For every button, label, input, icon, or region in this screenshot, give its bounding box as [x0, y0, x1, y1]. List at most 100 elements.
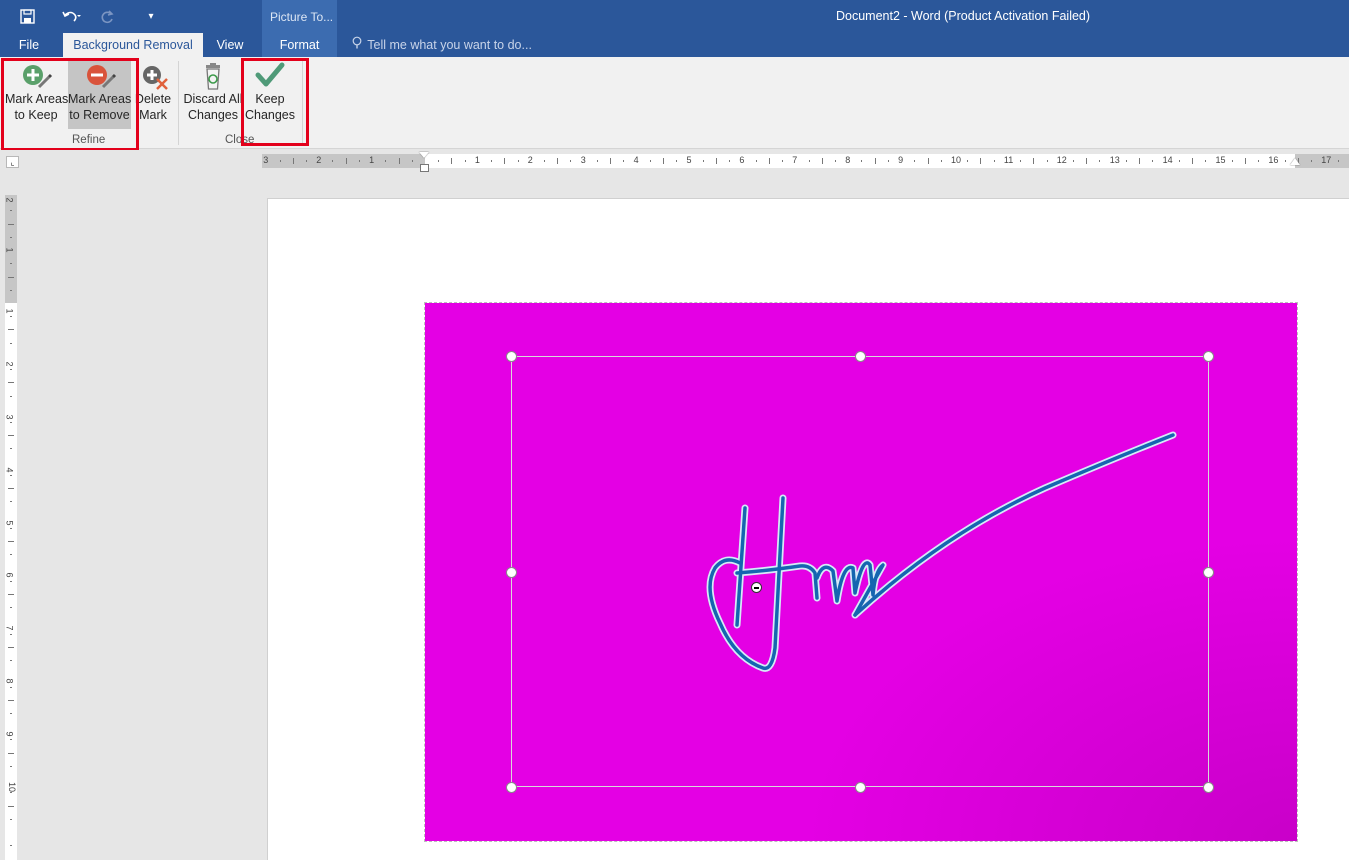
- ruler-tick: [1231, 160, 1233, 162]
- ruler-tick: [8, 382, 14, 384]
- customize-qat-icon[interactable]: ▾: [136, 2, 166, 32]
- ruler-tick: [10, 792, 12, 794]
- marquee-handle-left[interactable]: [506, 567, 517, 578]
- ribbon-tabs: File Background Removal View Format Tell…: [0, 33, 1349, 57]
- ruler-tick: [8, 488, 14, 490]
- ruler-tick: [8, 276, 14, 278]
- window-title: Document2 - Word (Product Activation Fai…: [836, 9, 1091, 23]
- ruler-tick: [8, 752, 14, 754]
- ruler-tick: [10, 712, 12, 714]
- tab-file[interactable]: File: [8, 33, 50, 57]
- undo-icon[interactable]: [56, 2, 86, 32]
- right-indent-marker[interactable]: [1290, 158, 1300, 165]
- ruler-tick: [491, 160, 493, 162]
- left-indent-marker[interactable]: [420, 164, 429, 172]
- quick-access-toolbar: ▾: [0, 0, 166, 33]
- ruler-tick: [570, 160, 572, 162]
- ruler-tick: [914, 160, 916, 162]
- ruler-tick: [544, 160, 546, 162]
- ruler-number: 1: [369, 155, 375, 165]
- vertical-ruler[interactable]: 2 1 1 2 3 4 5 6 7 8 9 10: [5, 195, 17, 860]
- ruler-tick: [1311, 160, 1313, 162]
- ruler-tick: [967, 160, 969, 162]
- ruler-tick: [345, 158, 347, 164]
- marquee-handle-top-left[interactable]: [506, 351, 517, 362]
- tab-selector-icon[interactable]: ⌞: [6, 156, 19, 168]
- title-bar: ▾ Picture To... Document2 - Word (Produc…: [0, 0, 1349, 57]
- ruler-tick: [8, 541, 14, 543]
- ruler-number: 1: [4, 247, 15, 253]
- ruler-tick: [305, 160, 307, 162]
- ruler-tick: [596, 160, 598, 162]
- marquee-handle-bottom-right[interactable]: [1203, 782, 1214, 793]
- ruler-tick: [10, 289, 12, 291]
- ruler-tick: [10, 554, 12, 556]
- ruler-tick: [1086, 158, 1088, 164]
- ruler-tick: [504, 158, 506, 164]
- ruler-tick: [10, 236, 12, 238]
- ruler-number: 10: [951, 155, 962, 165]
- marquee-handle-top[interactable]: [855, 351, 866, 362]
- ruler-tick: [1020, 160, 1022, 162]
- ruler-number: 8: [4, 678, 15, 684]
- ruler-tick: [1244, 158, 1246, 164]
- recycle-bin-icon: [196, 61, 230, 91]
- ruler-tick: [1152, 160, 1154, 162]
- ruler-tick: [610, 158, 612, 164]
- ruler-tick: [940, 160, 942, 162]
- ruler-tick: [10, 210, 12, 212]
- ruler-tick: [980, 158, 982, 164]
- ruler-number: 1: [474, 155, 480, 165]
- redo-icon[interactable]: [92, 2, 122, 32]
- marquee-handle-top-right[interactable]: [1203, 351, 1214, 362]
- left-margin: [262, 154, 425, 168]
- ruler-tick: [1033, 158, 1035, 164]
- ruler-number: 3: [580, 155, 586, 165]
- ruler-tick: [10, 474, 12, 476]
- ruler-tick: [8, 805, 14, 807]
- ruler-tick: [887, 160, 889, 162]
- tab-view[interactable]: View: [208, 33, 252, 57]
- ruler-number: 11: [1003, 155, 1014, 165]
- ruler-tick: [715, 158, 717, 164]
- ruler-tick: [821, 158, 823, 164]
- marquee-handle-bottom-left[interactable]: [506, 782, 517, 793]
- marquee-handle-bottom[interactable]: [855, 782, 866, 793]
- remove-mark-point[interactable]: [751, 582, 762, 593]
- ruler-number: 8: [845, 155, 851, 165]
- ruler-tick: [8, 646, 14, 648]
- first-line-indent-marker[interactable]: [419, 152, 429, 158]
- ruler-number: 9: [898, 155, 904, 165]
- save-icon[interactable]: [12, 2, 42, 32]
- tell-me-box[interactable]: Tell me what you want to do...: [352, 33, 532, 57]
- tab-format[interactable]: Format: [262, 33, 337, 57]
- delete-mark-label-1: Delete: [134, 92, 172, 106]
- ruler-tick: [1337, 160, 1339, 162]
- ruler-tick: [10, 527, 12, 529]
- discard-label-1: Discard All: [183, 92, 243, 106]
- tell-me-placeholder: Tell me what you want to do...: [367, 38, 532, 52]
- ruler-tick: [10, 395, 12, 397]
- ruler-number: 3: [4, 414, 15, 420]
- ruler-tick: [10, 818, 12, 820]
- delete-mark-button[interactable]: Delete Mark: [134, 61, 172, 129]
- selection-marquee[interactable]: [511, 356, 1209, 787]
- ruler-tick: [1046, 160, 1048, 162]
- ruler-tick: [10, 739, 12, 741]
- ruler-number: 13: [1109, 155, 1120, 165]
- ribbon: Mark Areas to Keep Mark Areas to Remove …: [0, 57, 1349, 151]
- ruler-tick: [782, 160, 784, 162]
- ruler-tick: [702, 160, 704, 162]
- ruler-number: 5: [4, 519, 15, 526]
- ruler-number: 4: [633, 155, 639, 165]
- horizontal-ruler-area: ⌞ 3 2 1 1 2 3 4 5 6 7 8 9 10 11 12 13 14 15 16 17: [0, 150, 1349, 172]
- ruler-tick: [1125, 160, 1127, 162]
- tab-background-removal[interactable]: Background Removal: [63, 33, 203, 57]
- ruler-tick: [451, 158, 453, 164]
- ruler-number: 2: [316, 155, 322, 165]
- marquee-handle-right[interactable]: [1203, 567, 1214, 578]
- ruler-tick: [1258, 160, 1260, 162]
- ruler-tick: [385, 160, 387, 162]
- ruler-tick: [10, 501, 12, 503]
- discard-all-changes-button[interactable]: Discard All Changes: [183, 61, 243, 129]
